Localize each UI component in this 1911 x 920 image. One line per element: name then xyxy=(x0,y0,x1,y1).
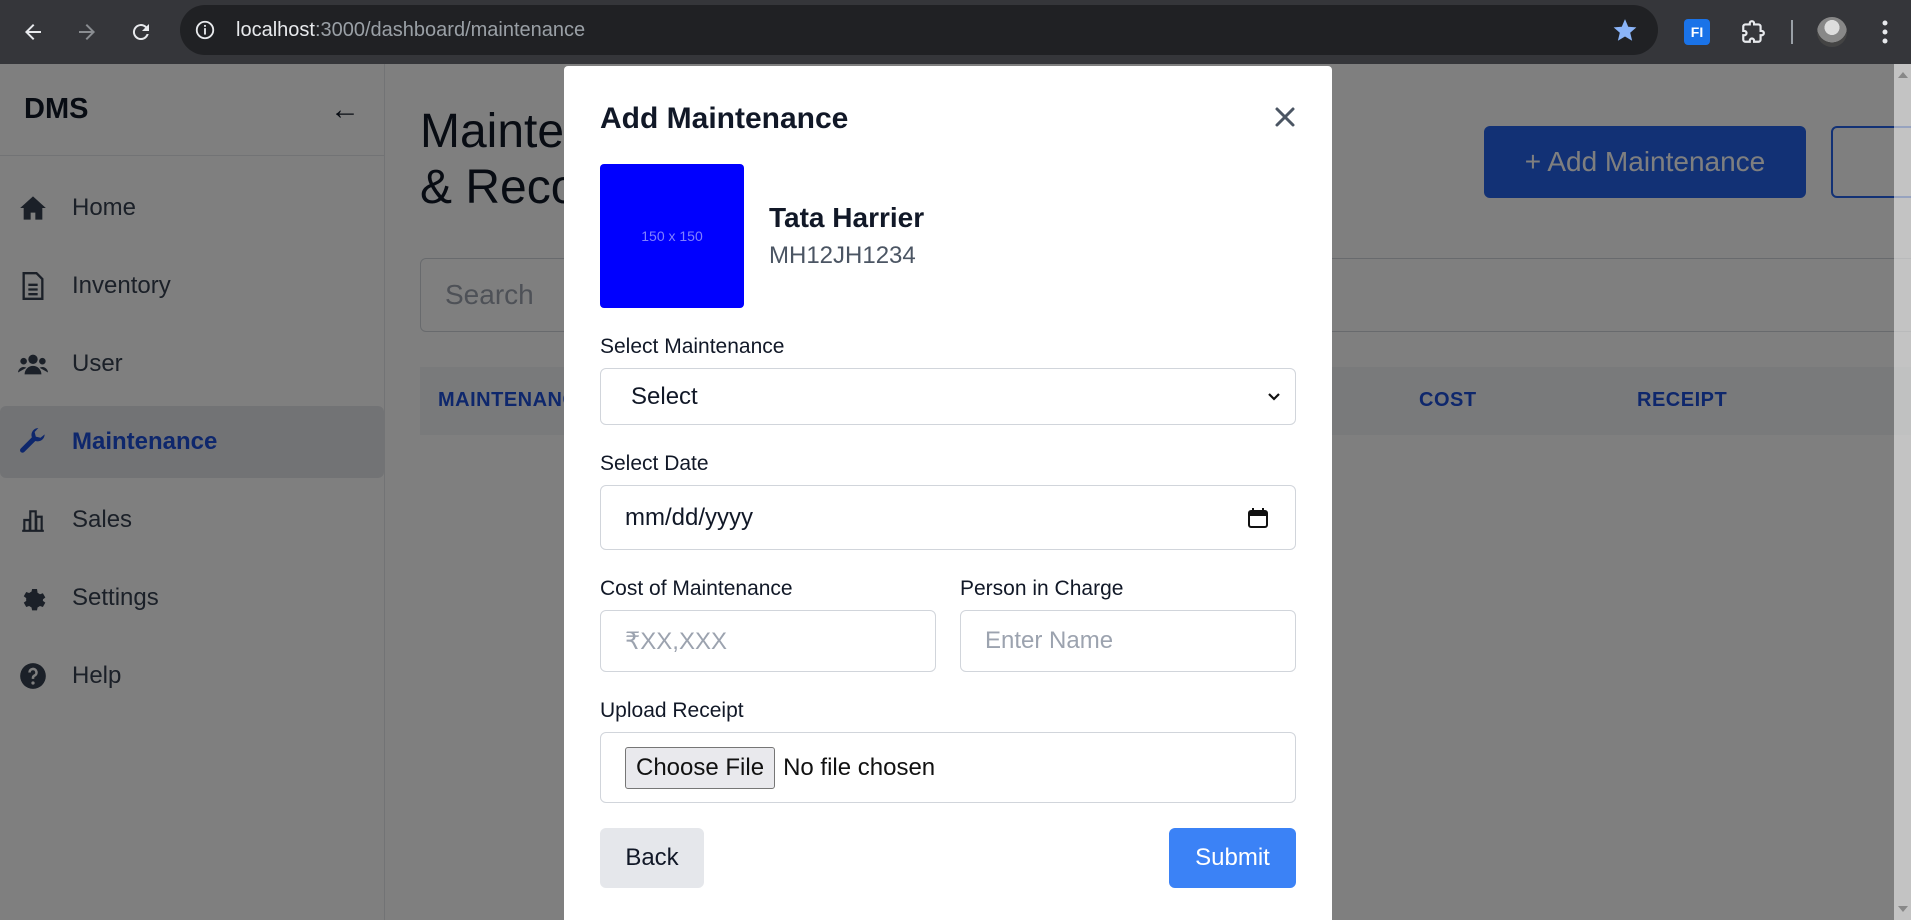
toolbar-divider xyxy=(1791,20,1793,44)
calendar-icon[interactable] xyxy=(1247,507,1269,529)
close-icon[interactable] xyxy=(1270,102,1300,132)
file-status-text: No file chosen xyxy=(783,753,936,781)
profile-avatar[interactable] xyxy=(1813,13,1851,51)
url-text: localhost:3000/dashboard/maintenance xyxy=(236,18,586,41)
scroll-up-icon[interactable] xyxy=(1898,72,1908,78)
extension-fi-icon[interactable]: FI xyxy=(1678,13,1716,51)
scroll-down-icon[interactable] xyxy=(1898,906,1908,912)
choose-file-button[interactable]: Choose File xyxy=(625,746,776,789)
site-info-icon[interactable] xyxy=(180,19,230,41)
address-bar[interactable]: localhost:3000/dashboard/maintenance xyxy=(180,5,1658,55)
page-scrollbar[interactable] xyxy=(1894,64,1911,920)
cost-input[interactable]: ₹XX,XXX xyxy=(600,610,936,672)
cost-label: Cost of Maintenance xyxy=(600,577,793,600)
back-button[interactable]: Back xyxy=(600,828,704,888)
bookmark-star-icon[interactable] xyxy=(1612,17,1638,43)
browser-menu-icon[interactable] xyxy=(1866,13,1904,51)
forward-arrow-icon[interactable] xyxy=(60,0,114,64)
person-in-charge-label: Person in Charge xyxy=(960,577,1124,600)
select-date-label: Select Date xyxy=(600,452,709,475)
browser-toolbar: localhost:3000/dashboard/maintenance FI xyxy=(0,0,1911,64)
vehicle-name: Tata Harrier xyxy=(769,202,925,233)
person-in-charge-input[interactable]: Enter Name xyxy=(960,610,1296,672)
add-maintenance-modal: Add Maintenance 150 x 150 Tata Harrier M… xyxy=(564,66,1332,920)
vehicle-image: 150 x 150 xyxy=(600,164,744,308)
reload-icon[interactable] xyxy=(114,0,168,64)
receipt-file-input[interactable]: Choose File No file chosen xyxy=(600,732,1296,803)
back-arrow-icon[interactable] xyxy=(6,0,60,64)
date-input[interactable]: mm/dd/yyyy xyxy=(600,485,1296,550)
select-maintenance-label: Select Maintenance xyxy=(600,335,785,358)
extensions-puzzle-icon[interactable] xyxy=(1734,13,1772,51)
submit-button[interactable]: Submit xyxy=(1169,828,1296,888)
modal-title: Add Maintenance xyxy=(600,102,849,135)
maintenance-select[interactable]: Select xyxy=(600,368,1296,425)
upload-receipt-label: Upload Receipt xyxy=(600,699,744,722)
chevron-down-icon xyxy=(1268,392,1280,401)
vehicle-registration: MH12JH1234 xyxy=(769,242,916,269)
